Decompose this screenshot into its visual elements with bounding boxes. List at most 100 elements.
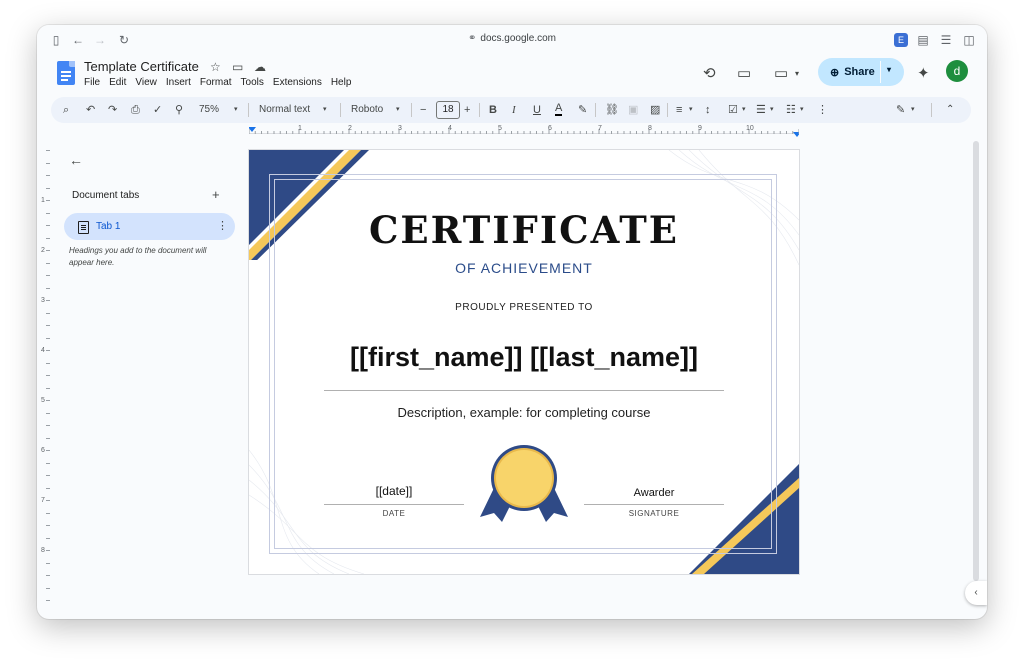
meet-dropdown-icon[interactable]: ▾ [795,69,799,78]
italic-button[interactable]: I [512,103,516,117]
ruler-tick [46,550,50,551]
ruler-ticks [249,127,799,137]
editing-mode-dropdown-icon[interactable]: ▾ [911,103,915,117]
vertical-ruler[interactable]: 1 2 3 4 5 6 7 8 [37,150,51,610]
align-icon[interactable]: ≡ [676,103,682,117]
document-tabs-heading: Document tabs [72,190,140,201]
highlight-icon[interactable]: ✎ [578,103,587,117]
insert-image-icon[interactable]: ▨ [650,103,660,117]
ruler-tick [46,525,50,526]
cloud-saved-icon[interactable]: ☁ [254,60,266,74]
ruler-number: 5 [41,397,45,404]
menu-edit[interactable]: Edit [109,77,126,88]
menu-extensions[interactable]: Extensions [273,77,322,88]
share-dropdown-icon[interactable]: ▾ [887,65,891,74]
ruler-tick [46,200,50,201]
move-folder-icon[interactable]: ▭ [232,60,243,74]
insert-link-icon[interactable]: ⛓ [605,103,619,117]
star-icon[interactable]: ☆ [210,60,221,74]
text-color-button[interactable]: A [555,103,563,116]
avatar[interactable]: d [946,60,968,82]
menu-help[interactable]: Help [331,77,352,88]
redo-icon[interactable]: ↷ [108,103,117,117]
ruler-tick [46,512,50,514]
search-menus-icon[interactable]: ⌕ [63,103,69,117]
increase-font-size-icon[interactable]: + [464,103,470,117]
font-dropdown-icon[interactable]: ▾ [396,103,400,117]
collapse-side-panel-button[interactable]: ‹ [965,581,987,605]
award-seal-icon [480,445,568,522]
reader-icon[interactable]: ▤ [916,33,930,47]
underline-button[interactable]: U [533,103,541,117]
ruler-number: 9 [698,125,702,132]
tab-options-icon[interactable]: ⋮ [217,219,228,232]
awarder-value[interactable]: Awarder [584,487,724,499]
ruler-number: 7 [41,497,45,504]
version-history-icon[interactable]: ⟲ [703,64,716,82]
tab-1-label: Tab 1 [96,221,121,232]
horizontal-ruler[interactable]: 1 2 3 4 5 6 7 8 9 10 [249,125,799,139]
document-page[interactable]: CERTIFICATE OF ACHIEVEMENT PROUDLY PRESE… [249,150,799,574]
vertical-scrollbar[interactable] [973,141,979,581]
ruler-tick [46,237,50,239]
editing-mode-icon[interactable]: ✎ [896,103,905,117]
browser-window: ▯ ← → ↻ ⚭ docs.google.com E ▤ ☰ ◫ Templat… [37,25,987,619]
ruler-tick [46,575,50,576]
docs-logo-icon[interactable] [57,61,75,85]
menu-insert[interactable]: Insert [166,77,191,88]
meet-icon[interactable]: ▭ [774,64,788,82]
style-dropdown-icon[interactable]: ▾ [323,103,327,117]
line-spacing-icon[interactable]: ↕ [705,103,711,117]
add-comment-icon[interactable]: ▣ [628,103,638,117]
date-value[interactable]: [[date]] [324,484,464,498]
menu-format[interactable]: Format [200,77,232,88]
comments-icon[interactable]: ▭ [737,64,751,82]
font-size-input[interactable]: 18 [436,101,460,119]
decrease-font-size-icon[interactable]: − [420,103,426,117]
split-view-icon[interactable]: ◫ [962,33,976,47]
spellcheck-icon[interactable]: ✓ [153,103,162,117]
menu-view[interactable]: View [135,77,157,88]
recipient-name[interactable]: [[first_name]] [[last_name]] [249,342,799,373]
numbered-list-icon[interactable]: ☷ [786,103,796,117]
more-options-icon[interactable]: ⋮ [817,103,828,117]
paint-format-icon[interactable]: ⚲ [175,103,183,117]
ruler-tick [46,487,50,489]
hide-menus-icon[interactable]: ⌃ [946,103,954,117]
gemini-icon[interactable]: ✦ [917,64,930,82]
undo-icon[interactable]: ↶ [86,103,95,117]
close-outline-icon[interactable]: ← [69,152,83,168]
tab-1[interactable]: Tab 1 ⋮ [64,213,235,240]
certificate-title[interactable]: CERTIFICATE [249,208,799,252]
zoom-select[interactable]: 75% [199,103,219,117]
ruler-number: 5 [498,125,502,132]
font-select[interactable]: Roboto [351,103,383,117]
align-dropdown-icon[interactable]: ▾ [689,103,693,117]
add-tab-button[interactable]: + [212,187,220,202]
presented-to-text[interactable]: PROUDLY PRESENTED TO [249,302,799,313]
certificate-description[interactable]: Description, example: for completing cou… [249,405,799,420]
menu-tools[interactable]: Tools [241,77,264,88]
print-icon[interactable]: ⎙ [131,103,140,117]
date-line [324,504,464,505]
menu-file[interactable]: File [84,77,100,88]
notes-icon[interactable]: ☰ [939,33,953,47]
certificate-subtitle[interactable]: OF ACHIEVEMENT [249,260,799,276]
checklist-icon[interactable]: ☑ [728,103,738,117]
zoom-dropdown-icon[interactable]: ▾ [234,103,238,117]
ruler-number: 7 [598,125,602,132]
ruler-tick [46,162,50,164]
numbered-dropdown-icon[interactable]: ▾ [800,103,804,117]
document-title[interactable]: Template Certificate [84,59,199,74]
ruler-number: 3 [398,125,402,132]
address-bar[interactable]: ⚭ docs.google.com [37,33,987,44]
ruler-number: 3 [41,297,45,304]
style-select[interactable]: Normal text [259,103,310,117]
bold-button[interactable]: B [489,103,497,117]
checklist-dropdown-icon[interactable]: ▾ [742,103,746,117]
bullet-dropdown-icon[interactable]: ▾ [770,103,774,117]
bulleted-list-icon[interactable]: ☰ [756,103,766,117]
share-button[interactable]: ⊕ Share ▾ [818,58,904,86]
extension-icon[interactable]: E [894,33,908,47]
ruler-number: 6 [41,447,45,454]
